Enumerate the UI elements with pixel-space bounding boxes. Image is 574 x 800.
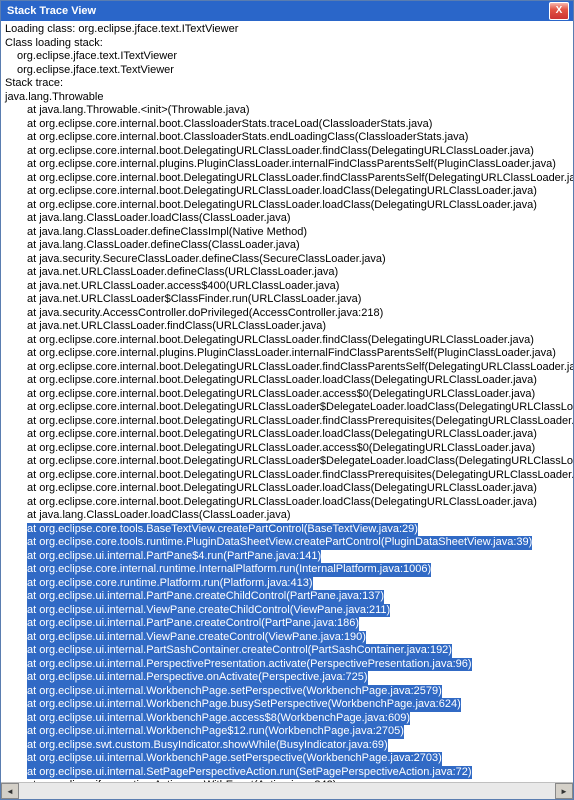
trace-line[interactable]: at java.lang.ClassLoader.loadClass(Class… <box>5 212 569 226</box>
scroll-left-button[interactable]: ◄ <box>1 783 19 799</box>
stack-trace-window: Stack Trace View X Loading class: org.ec… <box>0 0 574 800</box>
trace-line[interactable]: at java.net.URLClassLoader.findClass(URL… <box>5 320 569 334</box>
close-icon: X <box>556 6 563 16</box>
chevron-right-icon: ► <box>560 787 568 796</box>
trace-line[interactable]: at java.security.SecureClassLoader.defin… <box>5 253 569 267</box>
trace-line[interactable]: at java.lang.ClassLoader.loadClass(Class… <box>5 509 569 523</box>
trace-line[interactable]: at org.eclipse.core.internal.boot.Delega… <box>5 469 569 483</box>
trace-line[interactable]: at org.eclipse.core.internal.plugins.Plu… <box>5 347 569 361</box>
trace-line[interactable]: at java.lang.Throwable.<init>(Throwable.… <box>5 104 569 118</box>
trace-line[interactable]: at java.net.URLClassLoader$ClassFinder.r… <box>5 293 569 307</box>
scroll-right-button[interactable]: ► <box>555 783 573 799</box>
class-loading-stack-item[interactable]: org.eclipse.jface.text.TextViewer <box>5 64 569 78</box>
trace-line[interactable]: at org.eclipse.core.internal.plugins.Plu… <box>5 158 569 172</box>
trace-line[interactable]: at org.eclipse.core.internal.boot.Delega… <box>5 482 569 496</box>
trace-line-selected[interactable]: at org.eclipse.ui.internal.PartPane$4.ru… <box>5 550 569 564</box>
window-title: Stack Trace View <box>7 5 549 17</box>
trace-line-selected[interactable]: at org.eclipse.ui.internal.PerspectivePr… <box>5 658 569 672</box>
trace-line[interactable]: at org.eclipse.core.internal.boot.Delega… <box>5 185 569 199</box>
loading-class-line[interactable]: Loading class: org.eclipse.jface.text.IT… <box>5 23 569 37</box>
trace-line[interactable]: at org.eclipse.core.internal.boot.Delega… <box>5 401 569 415</box>
trace-line-selected[interactable]: at org.eclipse.ui.internal.WorkbenchPage… <box>5 752 569 766</box>
trace-line[interactable]: at org.eclipse.core.internal.boot.Delega… <box>5 388 569 402</box>
trace-line-selected[interactable]: at org.eclipse.ui.internal.SetPagePerspe… <box>5 766 569 780</box>
trace-line[interactable]: at org.eclipse.core.internal.boot.Delega… <box>5 361 569 375</box>
trace-line[interactable]: at java.lang.ClassLoader.defineClass(Cla… <box>5 239 569 253</box>
stack-trace-label[interactable]: Stack trace: <box>5 77 569 91</box>
trace-line-selected[interactable]: at org.eclipse.ui.internal.WorkbenchPage… <box>5 685 569 699</box>
trace-line[interactable]: at org.eclipse.core.internal.boot.Delega… <box>5 428 569 442</box>
trace-line[interactable]: at org.eclipse.core.internal.boot.Delega… <box>5 455 569 469</box>
trace-line-selected[interactable]: at org.eclipse.ui.internal.WorkbenchPage… <box>5 698 569 712</box>
trace-line[interactable]: at java.net.URLClassLoader.defineClass(U… <box>5 266 569 280</box>
trace-line-selected[interactable]: at org.eclipse.ui.internal.PartPane.crea… <box>5 617 569 631</box>
trace-content[interactable]: Loading class: org.eclipse.jface.text.IT… <box>1 21 573 782</box>
trace-line-selected[interactable]: at org.eclipse.ui.internal.Perspective.o… <box>5 671 569 685</box>
trace-line-selected[interactable]: at org.eclipse.ui.internal.WorkbenchPage… <box>5 725 569 739</box>
trace-line-selected[interactable]: at org.eclipse.ui.internal.PartPane.crea… <box>5 590 569 604</box>
trace-line-selected[interactable]: at org.eclipse.ui.internal.ViewPane.crea… <box>5 631 569 645</box>
trace-line-selected[interactable]: at org.eclipse.ui.internal.PartSashConta… <box>5 644 569 658</box>
trace-line[interactable]: at org.eclipse.core.internal.boot.Delega… <box>5 145 569 159</box>
trace-line[interactable]: at org.eclipse.core.internal.boot.Classl… <box>5 118 569 132</box>
trace-line[interactable]: at java.security.AccessController.doPriv… <box>5 307 569 321</box>
trace-line[interactable]: at org.eclipse.core.internal.boot.Delega… <box>5 415 569 429</box>
trace-line[interactable]: at java.net.URLClassLoader.access$400(UR… <box>5 280 569 294</box>
trace-line-selected[interactable]: at org.eclipse.core.tools.BaseTextView.c… <box>5 523 569 537</box>
trace-line-selected[interactable]: at org.eclipse.core.tools.runtime.Plugin… <box>5 536 569 550</box>
trace-line[interactable]: at org.eclipse.core.internal.boot.Delega… <box>5 496 569 510</box>
class-loading-stack-label[interactable]: Class loading stack: <box>5 37 569 51</box>
class-loading-stack-item[interactable]: org.eclipse.jface.text.ITextViewer <box>5 50 569 64</box>
chevron-left-icon: ◄ <box>6 787 14 796</box>
trace-line-selected[interactable]: at org.eclipse.ui.internal.ViewPane.crea… <box>5 604 569 618</box>
trace-line-selected[interactable]: at org.eclipse.ui.internal.WorkbenchPage… <box>5 712 569 726</box>
trace-line[interactable]: at org.eclipse.core.internal.boot.Delega… <box>5 334 569 348</box>
trace-line-selected[interactable]: at org.eclipse.core.internal.runtime.Int… <box>5 563 569 577</box>
trace-line[interactable]: at java.lang.ClassLoader.defineClassImpl… <box>5 226 569 240</box>
trace-line-selected[interactable]: at org.eclipse.core.runtime.Platform.run… <box>5 577 569 591</box>
horizontal-scrollbar[interactable]: ◄ ► <box>1 782 573 799</box>
trace-line[interactable]: at org.eclipse.core.internal.boot.Delega… <box>5 442 569 456</box>
scroll-track[interactable] <box>19 784 555 798</box>
trace-line-selected[interactable]: at org.eclipse.swt.custom.BusyIndicator.… <box>5 739 569 753</box>
trace-line[interactable]: at org.eclipse.core.internal.boot.Delega… <box>5 199 569 213</box>
trace-line[interactable]: at org.eclipse.core.internal.boot.Classl… <box>5 131 569 145</box>
titlebar: Stack Trace View X <box>1 1 573 21</box>
trace-line[interactable]: at org.eclipse.core.internal.boot.Delega… <box>5 172 569 186</box>
close-button[interactable]: X <box>549 2 569 20</box>
throwable-line[interactable]: java.lang.Throwable <box>5 91 569 105</box>
trace-line[interactable]: at org.eclipse.core.internal.boot.Delega… <box>5 374 569 388</box>
